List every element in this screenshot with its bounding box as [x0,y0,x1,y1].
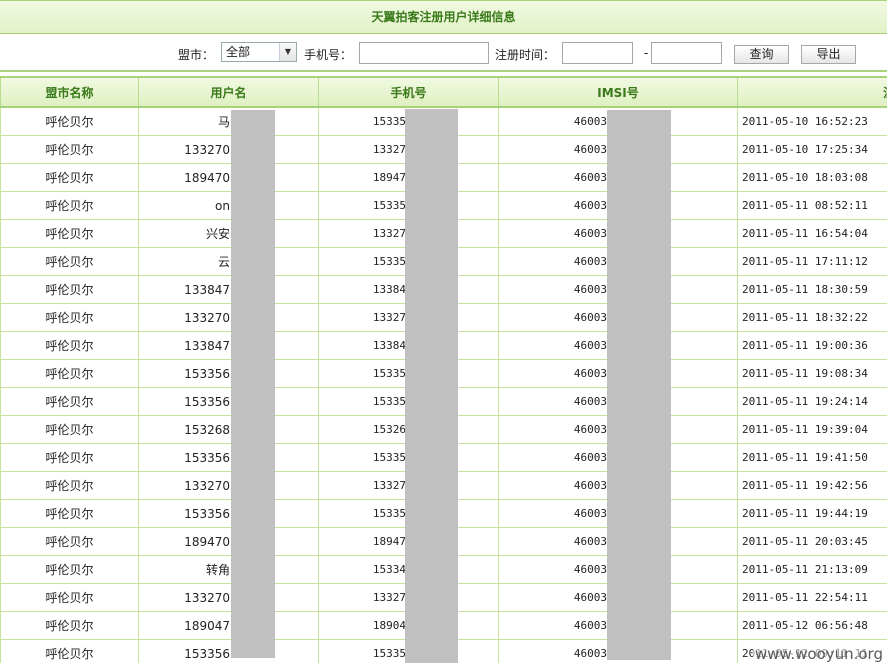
city-label: 盟市： [178,48,215,62]
reg-time-cell: 2011-05-11 18:30:59 [737,275,887,304]
page-title: 天翼拍客注册用户详细信息 [0,0,887,34]
username-cell: 133847 [138,275,319,304]
col-header-city: 盟市名称 [0,76,139,108]
reg-time-cell: 2011-05-11 16:54:04 [737,219,887,248]
page: 天翼拍客注册用户详细信息 盟市： 全部 ▼ 手机号： 注册时间： - 查询 导出 [0,0,887,663]
col-header-phone: 手机号 [318,76,499,108]
username-cell: 兴安 [138,219,319,248]
redaction-imsi [607,110,671,660]
reg-time-cell: 2011-05-11 19:24:14 [737,387,887,416]
username-cell: 189470 [138,163,319,192]
watermark: www.wooyun.org [752,645,885,663]
reg-time-cell: 2011-05-11 19:00:36 [737,331,887,360]
reg-time-cell: 2011-05-11 19:41:50 [737,443,887,472]
reg-time-cell: 2011-05-11 22:54:11 [737,583,887,612]
city-cell: 呼伦贝尔 [0,163,139,192]
reg-time-cell: 2011-05-11 19:42:56 [737,471,887,500]
city-cell: 呼伦贝尔 [0,583,139,612]
reg-time-cell: 2011-05-11 21:13:09 [737,555,887,584]
city-select[interactable]: 全部 ▼ [221,42,297,62]
username-cell: 转角 [138,555,319,584]
reg-time-cell: 2011-05-12 06:56:48 [737,611,887,640]
city-cell: 呼伦贝尔 [0,415,139,444]
reg-time-cell: 2011-05-11 17:11:12 [737,247,887,276]
city-cell: 呼伦贝尔 [0,303,139,332]
reg-time-cell: 2011-05-11 20:03:45 [737,527,887,556]
redaction-phone [405,109,458,663]
username-cell: 153356 [138,499,319,528]
city-cell: 呼伦贝尔 [0,499,139,528]
city-cell: 呼伦贝尔 [0,275,139,304]
reg-time-start-input[interactable] [562,42,633,64]
reg-time-end-input[interactable] [651,42,722,64]
username-cell: 133270 [138,303,319,332]
city-select-value: 全部 [226,45,251,59]
username-cell: 153356 [138,639,319,663]
reg-time-label: 注册时间： [495,48,556,62]
export-button[interactable]: 导出 [801,45,856,64]
city-cell: 呼伦贝尔 [0,191,139,220]
city-cell: 呼伦贝尔 [0,639,139,663]
username-cell: 133270 [138,135,319,164]
results-table-wrap: 盟市名称 用户名 手机号 IMSI号 注册 呼伦贝尔马1533546003201… [0,76,887,663]
city-cell: 呼伦贝尔 [0,527,139,556]
reg-time-cell: 2011-05-11 19:44:19 [737,499,887,528]
username-cell: on [138,191,319,220]
username-cell: 133847 [138,331,319,360]
reg-time-separator: - [644,46,649,60]
username-cell: 133270 [138,471,319,500]
username-cell: 189047 [138,611,319,640]
city-cell: 呼伦贝尔 [0,443,139,472]
city-cell: 呼伦贝尔 [0,387,139,416]
col-header-imsi: IMSI号 [498,76,738,108]
city-cell: 呼伦贝尔 [0,219,139,248]
username-cell: 189470 [138,527,319,556]
col-header-username: 用户名 [138,76,319,108]
city-cell: 呼伦贝尔 [0,555,139,584]
city-cell: 呼伦贝尔 [0,106,139,136]
chevron-down-icon[interactable]: ▼ [279,43,296,61]
username-cell: 153356 [138,359,319,388]
username-cell: 153268 [138,415,319,444]
city-cell: 呼伦贝尔 [0,135,139,164]
phone-input[interactable] [359,42,489,64]
username-cell: 153356 [138,387,319,416]
reg-time-cell: 2011-05-11 19:08:34 [737,359,887,388]
city-cell: 呼伦贝尔 [0,331,139,360]
filter-bar: 盟市： 全部 ▼ 手机号： 注册时间： - 查询 导出 [0,34,887,72]
reg-time-cell: 2011-05-10 16:52:23 [737,106,887,136]
reg-time-cell: 2011-05-11 19:39:04 [737,415,887,444]
username-cell: 马 [138,106,319,136]
username-cell: 153356 [138,443,319,472]
city-cell: 呼伦贝尔 [0,611,139,640]
reg-time-cell: 2011-05-10 18:03:08 [737,163,887,192]
username-cell: 133270 [138,583,319,612]
query-button[interactable]: 查询 [734,45,789,64]
reg-time-cell: 2011-05-11 08:52:11 [737,191,887,220]
reg-time-cell: 2011-05-11 18:32:22 [737,303,887,332]
city-cell: 呼伦贝尔 [0,359,139,388]
reg-time-cell: 2011-05-10 17:25:34 [737,135,887,164]
city-cell: 呼伦贝尔 [0,471,139,500]
redaction-username [231,110,275,658]
table-header-row: 盟市名称 用户名 手机号 IMSI号 注册 [0,76,887,108]
city-cell: 呼伦贝尔 [0,247,139,276]
username-cell: 云 [138,247,319,276]
col-header-reg-time: 注册 [737,76,887,108]
phone-label: 手机号： [304,48,353,62]
